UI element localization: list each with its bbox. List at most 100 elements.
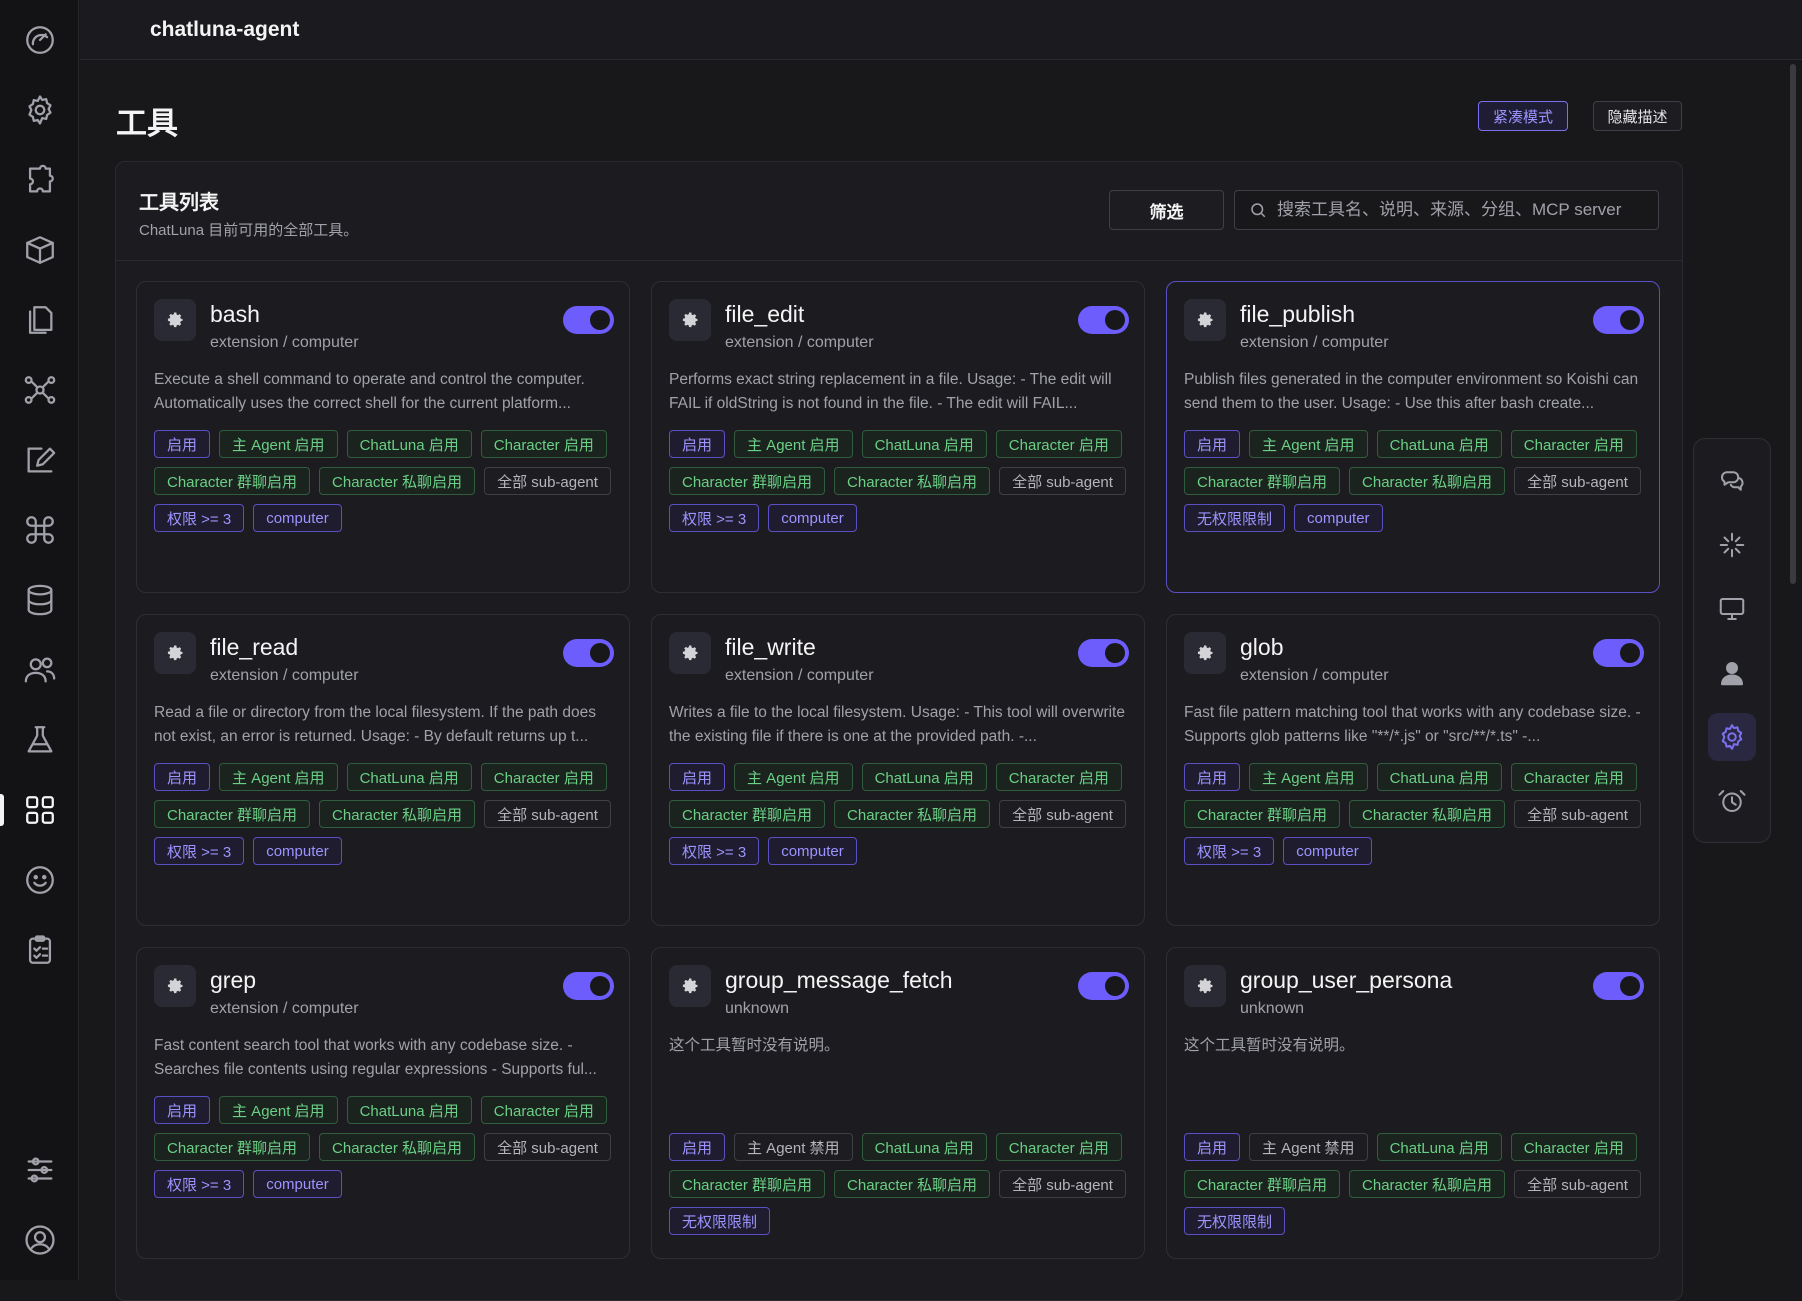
tool-name: bash bbox=[210, 301, 260, 327]
tool-enable-toggle[interactable] bbox=[1078, 972, 1129, 1000]
files-icon bbox=[28, 306, 52, 334]
tool-tag: 全部 sub-agent bbox=[999, 1170, 1126, 1198]
tool-enable-toggle[interactable] bbox=[1593, 639, 1644, 667]
tool-tag: 全部 sub-agent bbox=[1514, 800, 1641, 828]
sidebar-item-apps[interactable] bbox=[0, 786, 79, 834]
tool-description: 这个工具暂时没有说明。 bbox=[669, 1037, 840, 1054]
sidebar-item-sliders[interactable] bbox=[0, 1146, 79, 1194]
sidebar-item-account[interactable] bbox=[0, 1216, 79, 1264]
sparkle-icon bbox=[1719, 532, 1745, 558]
edit-icon bbox=[27, 447, 55, 473]
compact-mode-button[interactable]: 紧凑模式 bbox=[1478, 101, 1568, 131]
tool-tag: Character 启用 bbox=[480, 1096, 607, 1124]
graph-icon bbox=[24, 376, 55, 404]
tool-tag: Character 群聊启用 bbox=[669, 467, 826, 495]
tool-enable-toggle[interactable] bbox=[1078, 306, 1129, 334]
sidebar-item-settings[interactable] bbox=[0, 86, 79, 134]
tool-source: extension / computer bbox=[210, 667, 359, 684]
tool-enable-toggle[interactable] bbox=[563, 639, 614, 667]
sidebar-item-plugin[interactable] bbox=[0, 156, 79, 204]
tool-name: file_read bbox=[210, 634, 299, 660]
command-icon bbox=[25, 516, 54, 544]
tool-icon-badge bbox=[1184, 299, 1226, 341]
tool-card-group-user-persona[interactable]: group_user_persona unknown 这个工具暂时没有说明。 启用主 … bbox=[1166, 947, 1660, 1259]
apps-icon bbox=[25, 796, 54, 824]
tool-card-grep[interactable]: grep extension / computer Fast content sea… bbox=[136, 947, 630, 1259]
tool-tags: 启用主 Agent 启用 ChatLuna 启用 Character 启用 Chara… bbox=[154, 763, 614, 865]
tool-icon-badge bbox=[669, 965, 711, 1007]
sidebar-item-database[interactable] bbox=[0, 576, 79, 624]
gear-icon bbox=[1197, 312, 1213, 328]
tool-enable-toggle[interactable] bbox=[1593, 972, 1644, 1000]
tool-name: file_edit bbox=[725, 301, 805, 327]
sliders-icon bbox=[27, 1157, 52, 1183]
dashboard-icon bbox=[25, 26, 54, 54]
rightbar-gear-button[interactable] bbox=[1708, 713, 1756, 761]
tool-description: 这个工具暂时没有说明。 bbox=[1184, 1037, 1355, 1054]
tool-icon-badge bbox=[669, 632, 711, 674]
rightbar-sparkle-button[interactable] bbox=[1708, 521, 1756, 569]
sidebar-item-graph[interactable] bbox=[0, 366, 79, 414]
sidebar-item-flask[interactable] bbox=[0, 716, 79, 764]
tool-enable-toggle[interactable] bbox=[1593, 306, 1644, 334]
tool-tag: Character 启用 bbox=[480, 763, 607, 791]
gear-icon bbox=[1197, 645, 1213, 661]
tool-tag: Character 私聊启用 bbox=[319, 467, 476, 495]
sidebar-item-users[interactable] bbox=[0, 646, 79, 694]
hide-description-button[interactable]: 隐藏描述 bbox=[1593, 101, 1682, 131]
tool-tag: 主 Agent 启用 bbox=[734, 763, 853, 791]
panel-header: 工具列表 ChatLuna 目前可用的全部工具。 筛选 bbox=[116, 162, 1682, 261]
tool-card-group-message-fetch[interactable]: group_message_fetch unknown 这个工具暂时没有说明。 启用主… bbox=[651, 947, 1145, 1259]
tool-tag: Character 群聊启用 bbox=[154, 800, 311, 828]
sidebar bbox=[0, 0, 79, 1280]
page-scrollbar[interactable] bbox=[1790, 64, 1796, 584]
tool-tag: Character 私聊启用 bbox=[834, 800, 991, 828]
filter-button[interactable]: 筛选 bbox=[1109, 190, 1224, 230]
sidebar-item-command[interactable] bbox=[0, 506, 79, 554]
tool-tag: Character 启用 bbox=[995, 430, 1122, 458]
tool-description: Performs exact string replacement in a f… bbox=[669, 371, 1112, 412]
tool-tag: ChatLuna 启用 bbox=[346, 1096, 472, 1124]
tool-card-glob[interactable]: glob extension / computer Fast file patter… bbox=[1166, 614, 1660, 926]
tool-card-file-write[interactable]: file_write extension / computer Writes a f… bbox=[651, 614, 1145, 926]
tool-tag: ChatLuna 启用 bbox=[346, 430, 472, 458]
tool-tag: Character 群聊启用 bbox=[154, 1133, 311, 1161]
sidebar-item-clipboard[interactable] bbox=[0, 926, 79, 974]
tool-name: file_write bbox=[725, 634, 816, 660]
tool-card-file-edit[interactable]: file_edit extension / computer Performs ex… bbox=[651, 281, 1145, 593]
sidebar-item-dashboard[interactable] bbox=[0, 16, 79, 64]
sidebar-item-edit[interactable] bbox=[0, 436, 79, 484]
tool-tag: ChatLuna 启用 bbox=[861, 763, 987, 791]
rightbar-person-button[interactable] bbox=[1708, 649, 1756, 697]
sidebar-item-package[interactable] bbox=[0, 226, 79, 274]
tool-source: unknown bbox=[725, 1000, 790, 1017]
sidebar-item-smile[interactable] bbox=[0, 856, 79, 904]
database-icon bbox=[27, 584, 52, 616]
tool-tag: computer bbox=[768, 837, 857, 865]
tool-tags: 启用主 Agent 启用 ChatLuna 启用 Character 启用 Chara… bbox=[154, 1096, 614, 1198]
tool-enable-toggle[interactable] bbox=[563, 306, 614, 334]
rightbar-chat-button[interactable] bbox=[1708, 457, 1756, 505]
tool-tag: 启用 bbox=[669, 763, 726, 791]
search-box bbox=[1234, 190, 1659, 230]
account-icon bbox=[24, 1225, 55, 1255]
tool-enable-toggle[interactable] bbox=[563, 972, 614, 1000]
tool-tag: 主 Agent 禁用 bbox=[1249, 1133, 1368, 1161]
rightbar-alarm-button[interactable] bbox=[1708, 777, 1756, 825]
tool-card-file-publish[interactable]: file_publish extension / computer Publish … bbox=[1166, 281, 1660, 593]
search-input[interactable] bbox=[1277, 200, 1658, 220]
tool-description: Read a file or directory from the local … bbox=[154, 704, 596, 745]
tool-tags: 启用主 Agent 启用 ChatLuna 启用 Character 启用 Chara… bbox=[669, 763, 1129, 865]
tool-card-file-read[interactable]: file_read extension / computer Read a file… bbox=[136, 614, 630, 926]
tool-tag: Character 私聊启用 bbox=[834, 467, 991, 495]
tool-tag: 主 Agent 启用 bbox=[219, 1096, 338, 1124]
tool-tags: 启用主 Agent 启用 ChatLuna 启用 Character 启用 Chara… bbox=[669, 430, 1129, 532]
tool-tags: 启用主 Agent 启用 ChatLuna 启用 Character 启用 Chara… bbox=[1184, 763, 1644, 865]
tool-description: Writes a file to the local filesystem. U… bbox=[669, 704, 1125, 745]
sidebar-item-files[interactable] bbox=[0, 296, 79, 344]
right-toolbar bbox=[1693, 438, 1771, 843]
tool-card-bash[interactable]: bash extension / computer Execute a shell … bbox=[136, 281, 630, 593]
tool-enable-toggle[interactable] bbox=[1078, 639, 1129, 667]
tool-tag: Character 启用 bbox=[995, 1133, 1122, 1161]
rightbar-monitor-button[interactable] bbox=[1708, 585, 1756, 633]
